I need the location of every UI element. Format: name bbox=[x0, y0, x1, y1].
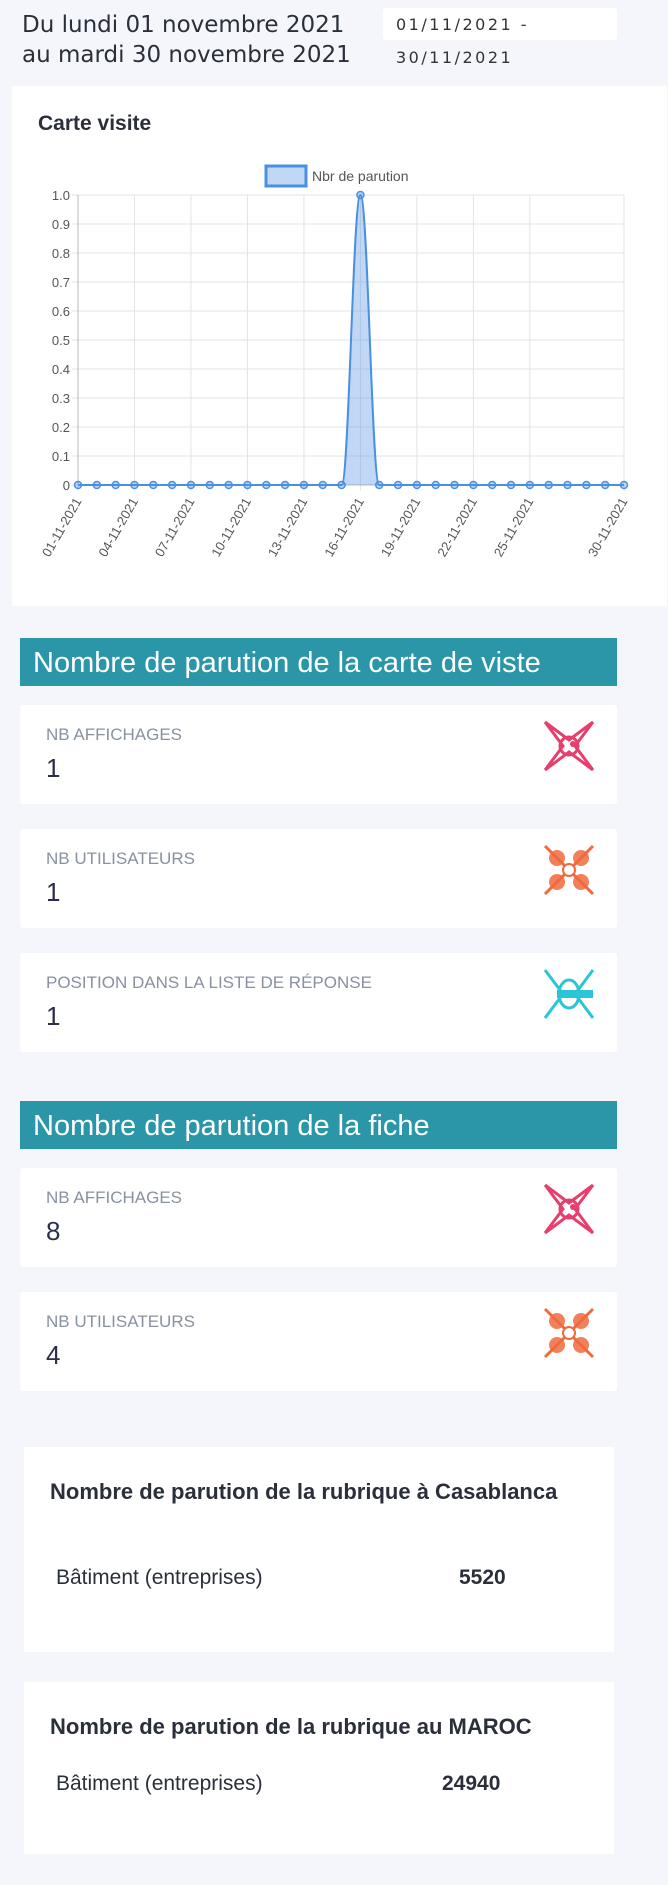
data-point bbox=[544, 480, 553, 490]
data-point bbox=[374, 480, 384, 490]
y-tick-label: 1.0 bbox=[52, 188, 70, 203]
y-tick-label: 0.2 bbox=[52, 420, 70, 435]
cyan-ornament-icon bbox=[543, 969, 595, 1019]
data-point bbox=[393, 480, 403, 490]
stat-label: NB UTILISATEURS bbox=[46, 849, 195, 868]
date-range-picker[interactable]: 01/11/2021 - 30/11/2021 bbox=[383, 8, 617, 67]
rubrique-maroc-card: Nombre de parution de la rubrique au MAR… bbox=[24, 1682, 614, 1854]
x-tick-label: 13-11-2021 bbox=[265, 495, 311, 559]
stat-value: 8 bbox=[46, 1216, 61, 1246]
x-tick-label: 07-11-2021 bbox=[152, 495, 198, 559]
rubrique-maroc-title: Nombre de parution de la rubrique au MAR… bbox=[50, 1714, 532, 1739]
rubrique-maroc-row-name: Bâtiment (entreprises) bbox=[56, 1772, 263, 1795]
x-tick-label: 16-11-2021 bbox=[321, 495, 367, 559]
data-point bbox=[205, 480, 215, 490]
y-tick-label: 0.3 bbox=[52, 391, 70, 406]
stat-value: 1 bbox=[46, 753, 61, 783]
data-point bbox=[280, 480, 290, 490]
date-range-value: 01/11/2021 - 30/11/2021 bbox=[396, 15, 530, 67]
data-point bbox=[186, 480, 196, 490]
data-point bbox=[92, 480, 102, 490]
y-tick-label: 0.1 bbox=[52, 449, 70, 464]
pink-ornament-icon bbox=[543, 1183, 595, 1235]
stat-card-carte-affichages: NB AFFICHAGES 1 bbox=[20, 705, 617, 804]
data-point bbox=[224, 480, 233, 490]
data-point bbox=[130, 480, 139, 490]
period-end-text: au mardi 30 novembre 2021 bbox=[22, 42, 351, 68]
data-point bbox=[412, 480, 422, 490]
data-point bbox=[487, 480, 497, 490]
period-start-text: Du lundi 01 novembre 2021 bbox=[22, 12, 345, 38]
data-point bbox=[356, 190, 365, 200]
stat-label: NB AFFICHAGES bbox=[46, 725, 183, 744]
stat-value: 1 bbox=[46, 1001, 61, 1031]
data-point bbox=[73, 480, 83, 490]
orange-ornament-icon bbox=[543, 844, 595, 896]
chart-card: Carte visite 0 0.1 0.2 0.3 0.4 0.5 0.6 0.7 0.8 0.… bbox=[12, 86, 667, 606]
fiche-section-header: Nombre de parution de la fiche bbox=[20, 1101, 617, 1149]
line-chart: 0 0.1 0.2 0.3 0.4 0.5 0.6 0.7 0.8 0.9 1.0 01-11-202… bbox=[39, 164, 631, 559]
data-point bbox=[111, 480, 120, 490]
carte-section-header: Nombre de parution de la carte de viste bbox=[20, 638, 617, 686]
rubrique-casablanca-row-value: 5520 bbox=[459, 1566, 506, 1589]
stat-card-carte-position: POSITION DANS LA LISTE DE RÉPONSE 1 bbox=[20, 953, 617, 1052]
data-point bbox=[243, 480, 252, 490]
data-point bbox=[149, 480, 158, 490]
data-point bbox=[619, 480, 629, 490]
data-point bbox=[582, 480, 591, 490]
rubrique-casablanca-title: Nombre de parution de la rubrique à Casa… bbox=[50, 1479, 558, 1504]
legend-label: Nbr de parution bbox=[312, 168, 409, 184]
rubrique-casablanca-card: Nombre de parution de la rubrique à Casa… bbox=[24, 1447, 614, 1652]
stat-card-fiche-affichages: NB AFFICHAGES 8 bbox=[20, 1168, 617, 1267]
data-point bbox=[337, 480, 346, 490]
stat-label: NB AFFICHAGES bbox=[46, 1188, 183, 1207]
data-point bbox=[525, 480, 535, 490]
stat-label: POSITION DANS LA LISTE DE RÉPONSE bbox=[46, 973, 372, 992]
orange-ornament-icon bbox=[543, 1307, 595, 1359]
rubrique-maroc-row-value: 24940 bbox=[442, 1772, 501, 1795]
x-tick-label: 30-11-2021 bbox=[585, 495, 631, 559]
stat-card-fiche-utilisateurs: NB UTILISATEURS 4 bbox=[20, 1292, 617, 1391]
y-tick-label: 0.6 bbox=[52, 304, 70, 319]
y-tick-label: 0.5 bbox=[52, 333, 70, 348]
stat-value: 1 bbox=[46, 877, 61, 907]
data-point bbox=[299, 480, 309, 490]
stat-card-carte-utilisateurs: NB UTILISATEURS 1 bbox=[20, 829, 617, 928]
period-label: Du lundi 01 novembre 2021 au mardi 30 no… bbox=[22, 10, 351, 70]
y-tick-label: 0.4 bbox=[52, 362, 70, 377]
data-point bbox=[167, 480, 177, 490]
data-point bbox=[469, 480, 478, 490]
y-tick-label: 0.8 bbox=[52, 246, 70, 261]
y-tick-label: 0.9 bbox=[52, 217, 70, 232]
x-tick-label: 22-11-2021 bbox=[434, 495, 480, 559]
x-tick-label: 10-11-2021 bbox=[208, 495, 254, 559]
data-point bbox=[563, 480, 572, 490]
data-point bbox=[262, 480, 271, 490]
data-point bbox=[450, 480, 459, 490]
legend-swatch bbox=[264, 164, 308, 188]
y-tick-label: 0.7 bbox=[52, 275, 70, 290]
data-point bbox=[506, 480, 516, 490]
x-tick-label: 25-11-2021 bbox=[491, 495, 537, 559]
data-point bbox=[431, 480, 440, 490]
stat-value: 4 bbox=[46, 1340, 61, 1370]
stat-label: NB UTILISATEURS bbox=[46, 1312, 195, 1331]
rubrique-casablanca-row-name: Bâtiment (entreprises) bbox=[56, 1566, 263, 1589]
y-tick-label: 0 bbox=[63, 478, 70, 493]
x-tick-label: 19-11-2021 bbox=[378, 495, 424, 559]
x-tick-label: 04-11-2021 bbox=[95, 495, 141, 559]
pink-ornament-icon bbox=[543, 720, 595, 772]
data-point bbox=[600, 480, 610, 490]
x-tick-label: 01-11-2021 bbox=[39, 495, 85, 559]
data-point bbox=[318, 480, 328, 490]
